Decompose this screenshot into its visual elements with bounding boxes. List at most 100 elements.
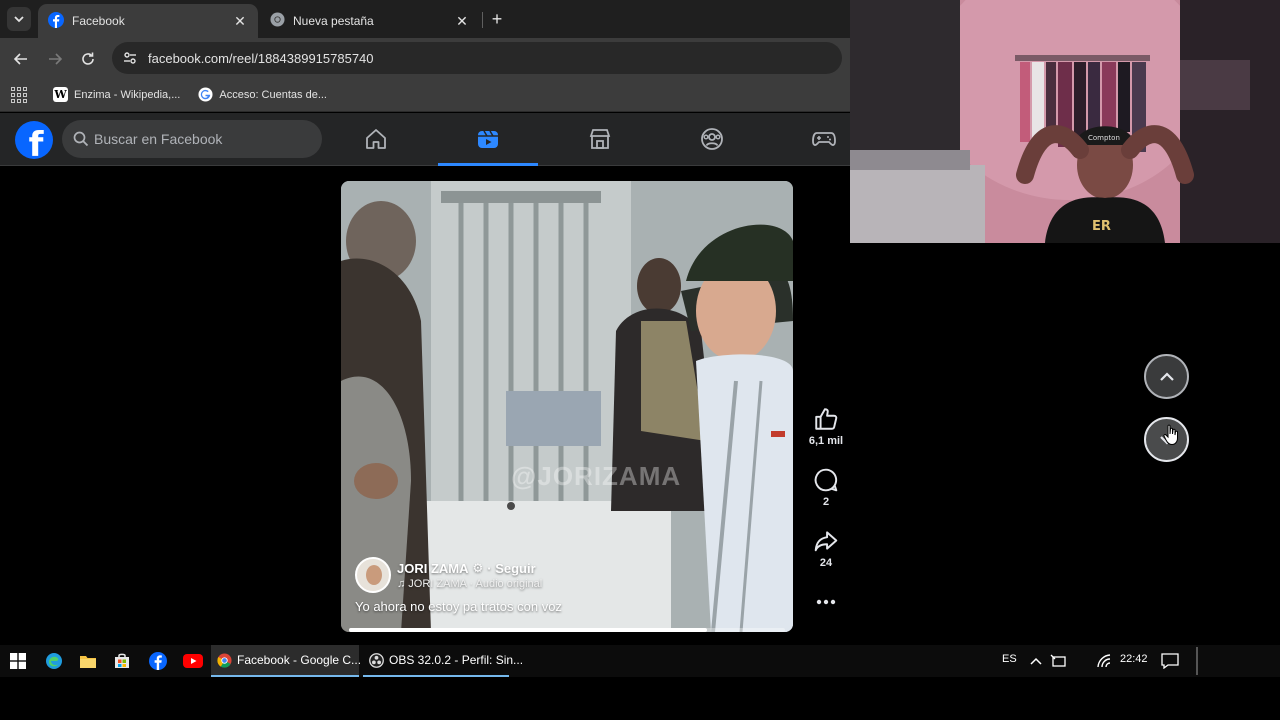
verified-gear-icon: ⚙ <box>472 561 484 575</box>
reel-author-text: JORI ZAMA ⚙ · Seguir ♫ JORI ZAMA · Audio… <box>397 561 542 590</box>
share-action[interactable]: 24 <box>806 527 846 569</box>
like-action[interactable]: 6,1 mil <box>806 405 846 447</box>
reel-video[interactable]: @JORIZAMA JORI ZAMA ⚙ · Seguir ♫ JORI ZA… <box>341 181 793 632</box>
clock-time[interactable]: 22:42 <box>1120 653 1148 665</box>
wikipedia-icon: W <box>53 87 68 102</box>
home-icon <box>366 129 386 149</box>
more-options-button[interactable] <box>806 588 846 616</box>
wifi-icon[interactable] <box>1092 649 1116 673</box>
comment-icon <box>806 466 846 494</box>
tab-title: Nueva pestaña <box>293 14 374 28</box>
plus-icon: + <box>491 8 503 29</box>
windows-start-icon[interactable] <box>6 649 30 673</box>
facebook-header: f <box>0 113 850 166</box>
next-reel-button[interactable] <box>1144 417 1189 462</box>
webcam-overlay: ER Compton <box>850 0 1280 243</box>
reel-author-name[interactable]: JORI ZAMA <box>397 561 469 576</box>
reload-button[interactable] <box>77 48 99 70</box>
reload-icon <box>82 52 94 65</box>
chrome-icon <box>217 652 232 668</box>
nav-reels[interactable] <box>438 113 538 166</box>
microsoft-store-icon[interactable] <box>110 649 134 673</box>
taskbar-app-obs[interactable]: OBS 32.0.2 - Perfil: Sin... <box>363 645 523 677</box>
reel-author-name-row: JORI ZAMA ⚙ · Seguir <box>397 561 542 576</box>
reel-caption: Yo ahora no estoy pa tratos con voz <box>355 599 562 614</box>
obs-icon <box>369 652 384 668</box>
facebook-app-icon[interactable] <box>146 649 170 673</box>
reel-progress-fill <box>349 628 707 632</box>
share-count: 24 <box>819 557 833 569</box>
nav-groups[interactable] <box>662 113 762 165</box>
search-icon <box>72 130 90 148</box>
facebook-favicon-icon <box>48 11 64 31</box>
reel-author-row: JORI ZAMA ⚙ · Seguir ♫ JORI ZAMA · Audio… <box>355 557 773 593</box>
back-button[interactable] <box>10 48 32 70</box>
chevron-down-icon <box>14 16 24 23</box>
browser-toolbar: facebook.com/reel/1884389915785740 <box>0 38 850 78</box>
tablet-mode-icon[interactable] <box>1046 649 1070 673</box>
close-tab-icon[interactable]: ✕ <box>454 13 470 29</box>
close-tab-icon[interactable]: ✕ <box>232 13 248 29</box>
nav-marketplace[interactable] <box>550 113 650 165</box>
tab-strip: Facebook ✕ Nueva pestaña ✕ + <box>0 0 850 38</box>
chevron-up-icon <box>1159 371 1174 381</box>
reel-progress-bar[interactable] <box>349 628 785 632</box>
reels-icon <box>478 130 498 148</box>
language-indicator[interactable]: ES <box>1002 653 1017 665</box>
webcam-feed: ER Compton <box>850 0 1280 243</box>
url-text: facebook.com/reel/1884389915785740 <box>148 50 374 66</box>
apps-grid-icon[interactable] <box>11 86 27 103</box>
tab-facebook[interactable]: Facebook ✕ <box>38 4 258 38</box>
avatar[interactable] <box>355 557 391 593</box>
facebook-logo-icon[interactable]: f <box>15 121 53 159</box>
gaming-icon <box>812 132 836 146</box>
marketplace-icon <box>589 129 611 149</box>
more-dots-icon <box>806 588 846 616</box>
new-tab-button[interactable]: + <box>486 8 508 30</box>
taskbar-app-label: OBS 32.0.2 - Perfil: Sin... <box>389 653 524 667</box>
file-explorer-icon[interactable] <box>76 649 100 673</box>
bookmark-google-accounts[interactable]: Acceso: Cuentas de... <box>198 87 327 102</box>
windows-taskbar: Facebook - Google C... OBS 32.0.2 - Perf… <box>0 645 1280 677</box>
svg-text:ER: ER <box>1092 219 1111 234</box>
nav-home[interactable] <box>326 113 426 165</box>
taskbar-app-label: Facebook - Google C... <box>237 653 362 667</box>
bookmarks-bar: W Enzima - Wikipedia,... Acceso: Cuentas… <box>0 78 850 112</box>
taskbar-app-chrome[interactable]: Facebook - Google C... <box>211 645 362 677</box>
tune-icon <box>124 52 136 64</box>
svg-text:Compton: Compton <box>1088 134 1120 142</box>
forward-button[interactable] <box>44 48 66 70</box>
like-icon <box>806 405 846 433</box>
facebook-search[interactable] <box>62 120 322 158</box>
share-icon <box>806 527 846 555</box>
google-icon <box>198 87 213 102</box>
chrome-icon <box>270 12 285 30</box>
youtube-icon[interactable] <box>181 649 205 673</box>
reel-info: JORI ZAMA ⚙ · Seguir ♫ JORI ZAMA · Audio… <box>355 557 773 614</box>
tray-overflow-icon[interactable] <box>1024 649 1048 673</box>
notification-icon[interactable] <box>1158 649 1182 673</box>
bookmark-label: Acceso: Cuentas de... <box>219 88 327 101</box>
comment-action[interactable]: 2 <box>806 466 846 508</box>
comment-count: 2 <box>822 496 830 508</box>
site-info-button[interactable] <box>114 42 146 74</box>
bookmark-wikipedia[interactable]: W Enzima - Wikipedia,... <box>53 87 180 102</box>
previous-reel-button[interactable] <box>1144 354 1189 399</box>
tab-search-button[interactable] <box>7 7 31 31</box>
hand-cursor-icon <box>1163 424 1178 446</box>
browser-window: Facebook ✕ Nueva pestaña ✕ + facebook.co… <box>0 0 850 645</box>
tab-title: Facebook <box>72 14 125 28</box>
reel-watermark: @JORIZAMA <box>511 461 682 491</box>
groups-icon <box>701 128 723 150</box>
edge-icon[interactable] <box>42 649 66 673</box>
bookmark-label: Enzima - Wikipedia,... <box>74 88 181 101</box>
search-input[interactable] <box>94 131 304 147</box>
arrow-right-icon <box>49 53 63 65</box>
show-desktop-divider[interactable] <box>1196 647 1198 675</box>
reel-audio-link[interactable]: ♫ JORI ZAMA · Audio original <box>397 578 542 590</box>
tab-divider <box>482 12 483 28</box>
address-bar[interactable]: facebook.com/reel/1884389915785740 <box>112 42 842 74</box>
arrow-left-icon <box>13 53 27 65</box>
tab-new-tab[interactable]: Nueva pestaña ✕ <box>260 4 480 38</box>
follow-button[interactable]: · Seguir <box>487 561 535 576</box>
